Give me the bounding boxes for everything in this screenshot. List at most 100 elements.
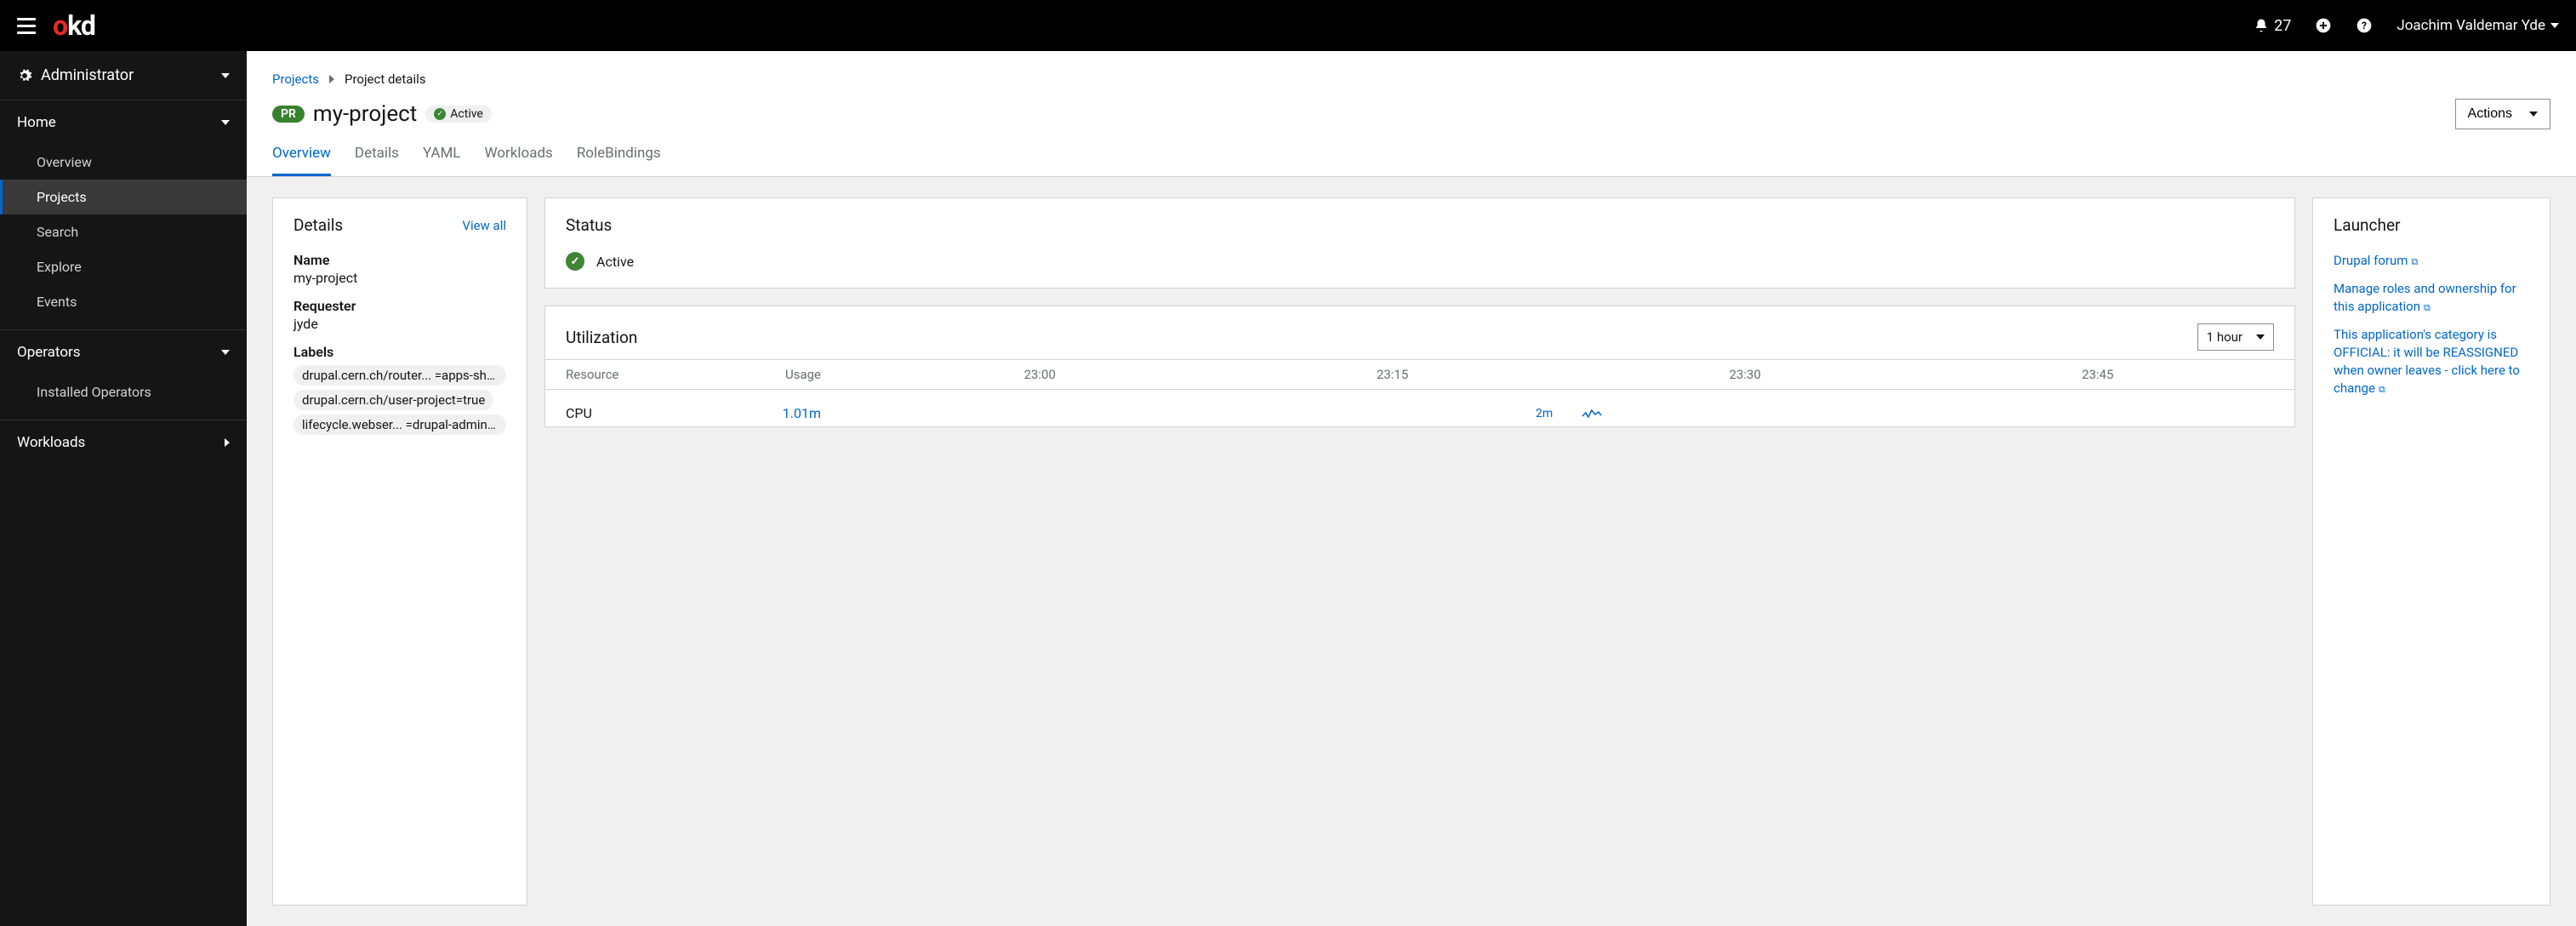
sidebar-section-home[interactable]: Home [0, 100, 247, 145]
sidebar-section-operators[interactable]: Operators [0, 329, 247, 374]
caret-down-icon [221, 350, 230, 355]
label-pill[interactable]: drupal.cern.ch/user-project=true [294, 390, 493, 410]
utilization-table-header: Resource Usage 23:00 23:15 23:30 23:45 [545, 359, 2294, 390]
breadcrumb-separator [329, 71, 334, 87]
usage-value[interactable]: 1.01m [693, 405, 821, 421]
tab-yaml[interactable]: YAML [423, 145, 461, 176]
time-tick: 23:00 [1024, 367, 1056, 382]
tab-rolebindings[interactable]: RoleBindings [577, 145, 661, 176]
notifications-button[interactable]: 27 [2254, 17, 2291, 35]
card-title: Launcher [2334, 215, 2400, 235]
help-button[interactable]: ? [2356, 17, 2373, 34]
label-pill[interactable]: lifecycle.webser... =drupal-admins... [294, 414, 506, 435]
topbar-right: 27 ? Joachim Valdemar Yde [2254, 17, 2559, 35]
top-bar: okd 27 ? Joachim Valdemar Yde [0, 0, 2576, 51]
tabs: Overview Details YAML Workloads RoleBind… [247, 129, 2576, 177]
time-tick: 23:45 [2082, 367, 2113, 382]
topbar-left: okd [17, 9, 95, 42]
resource-badge: PR [272, 106, 305, 123]
caret-down-icon [2550, 23, 2559, 28]
label-pill[interactable]: drupal.cern.ch/router... =apps-sha... [294, 365, 506, 386]
sidebar-home-items: Overview Projects Search Explore Events [0, 145, 247, 329]
sparkline[interactable]: 2m [821, 407, 2274, 420]
time-range-dropdown[interactable]: 1 hour [2197, 323, 2274, 351]
launcher-link-manage-roles[interactable]: Manage roles and ownership for this appl… [2334, 280, 2529, 316]
caret-down-icon [2256, 334, 2265, 340]
time-range-value: 1 hour [2207, 329, 2243, 345]
breadcrumb-root[interactable]: Projects [272, 71, 319, 87]
title-left: PR my-project ✓ Active [272, 101, 492, 127]
project-title: my-project [313, 101, 417, 127]
tab-overview[interactable]: Overview [272, 145, 331, 176]
status-badge-label: Active [450, 107, 483, 121]
perspective-label: Administrator [41, 66, 134, 84]
utilization-row-cpu: CPU 1.01m 2m [545, 390, 2294, 426]
launcher-link-drupal-forum[interactable]: Drupal forum⧉ [2334, 252, 2529, 270]
details-view-all-link[interactable]: View all [462, 218, 506, 233]
user-menu[interactable]: Joachim Valdemar Yde [2396, 17, 2559, 34]
resource-name: CPU [566, 405, 693, 421]
sidebar-item-events[interactable]: Events [0, 284, 247, 319]
col-times: 23:00 23:15 23:30 23:45 [821, 367, 2274, 382]
question-circle-icon: ? [2356, 17, 2373, 34]
check-icon: ✓ [566, 252, 584, 271]
hamburger-menu-button[interactable] [17, 18, 36, 34]
col-resource: Resource [566, 367, 693, 382]
notification-count: 27 [2274, 17, 2291, 35]
sidebar-section-workloads[interactable]: Workloads [0, 420, 247, 465]
sparkline-icon [1582, 408, 1602, 420]
bell-icon [2254, 18, 2269, 33]
details-card: Details View all Name my-project Request… [272, 197, 527, 906]
sidebar: Administrator Home Overview Projects Sea… [0, 51, 247, 926]
plus-circle-icon [2315, 17, 2332, 34]
sidebar-section-label: Workloads [17, 434, 85, 451]
card-title: Details [294, 215, 343, 235]
sidebar-item-projects[interactable]: Projects [0, 180, 247, 214]
sidebar-operators-items: Installed Operators [0, 374, 247, 420]
perspective-switcher[interactable]: Administrator [0, 51, 247, 100]
status-badge: ✓ Active [425, 106, 492, 123]
chevron-right-icon [225, 438, 230, 447]
check-icon: ✓ [434, 108, 446, 120]
tab-workloads[interactable]: Workloads [484, 145, 552, 176]
launcher-card: Launcher Drupal forum⧉ Manage roles and … [2312, 197, 2550, 906]
utilization-card: Utilization 1 hour Resource Usage 23:00 [544, 306, 2295, 427]
caret-down-icon [2529, 111, 2538, 117]
actions-label: Actions [2468, 106, 2512, 122]
status-value: Active [596, 254, 634, 270]
actions-dropdown[interactable]: Actions [2455, 99, 2550, 129]
logo-o: o [53, 9, 67, 42]
sidebar-item-explore[interactable]: Explore [0, 249, 247, 284]
labels-label: Labels [294, 344, 506, 360]
middle-column: Status ✓ Active Utilization 1 hour [544, 197, 2295, 906]
add-button[interactable] [2315, 17, 2332, 34]
card-title: Utilization [566, 328, 637, 347]
caret-down-icon [221, 73, 230, 78]
main-content: Projects Project details PR my-project ✓… [247, 51, 2576, 926]
graph-label: 2m [1536, 407, 1553, 420]
logo-kd: kd [67, 9, 95, 42]
requester-label: Requester [294, 298, 506, 314]
page-header: Projects Project details PR my-project ✓… [247, 51, 2576, 129]
launcher-link-category[interactable]: This application's category is OFFICIAL:… [2334, 326, 2529, 397]
tab-details[interactable]: Details [355, 145, 399, 176]
title-row: PR my-project ✓ Active Actions [272, 99, 2550, 129]
col-usage: Usage [693, 367, 821, 382]
card-title: Status [566, 215, 612, 235]
sidebar-item-search[interactable]: Search [0, 214, 247, 249]
svg-text:?: ? [2362, 20, 2367, 31]
external-link-icon: ⧉ [2379, 384, 2385, 395]
sidebar-item-installed-operators[interactable]: Installed Operators [0, 374, 247, 409]
overview-content: Details View all Name my-project Request… [247, 177, 2576, 926]
sidebar-section-label: Operators [17, 344, 81, 361]
time-tick: 23:30 [1730, 367, 1761, 382]
name-value: my-project [294, 270, 506, 286]
external-link-icon: ⧉ [2424, 302, 2431, 313]
name-label: Name [294, 252, 506, 268]
username-label: Joachim Valdemar Yde [2396, 17, 2545, 34]
gear-icon [17, 68, 32, 83]
sidebar-item-overview[interactable]: Overview [0, 145, 247, 180]
okd-logo[interactable]: okd [53, 9, 95, 42]
breadcrumb: Projects Project details [272, 71, 2550, 87]
time-tick: 23:15 [1376, 367, 1408, 382]
